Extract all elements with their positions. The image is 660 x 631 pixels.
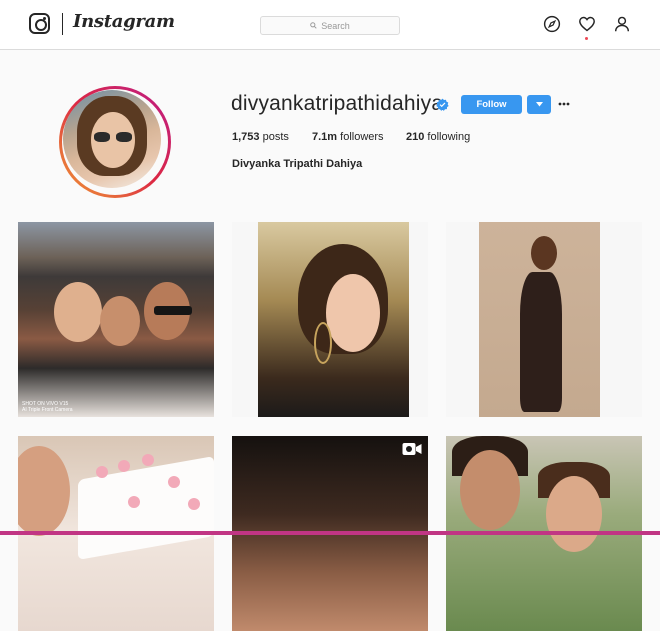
photo-decoration — [314, 322, 332, 364]
avatar-photo — [63, 90, 161, 188]
ellipsis-icon — [558, 102, 570, 106]
camera-watermark: SHOT ON VIVO V15 AI Triple Front Camera — [22, 401, 73, 413]
video-camera-icon — [402, 443, 422, 455]
caret-down-icon — [535, 102, 543, 107]
following-label: following — [427, 131, 471, 143]
photo-decoration — [188, 498, 200, 510]
followers-stat[interactable]: 7.1m followers — [312, 131, 384, 143]
photo-decoration — [142, 454, 154, 466]
photo-decoration — [258, 222, 409, 417]
instagram-wordmark[interactable]: Instagram — [73, 11, 175, 32]
post-thumbnail-2[interactable] — [232, 222, 428, 417]
photo-decoration — [520, 272, 562, 412]
profile-username: divyankatripathidahiya — [231, 92, 444, 115]
followers-count: 7.1m — [312, 131, 338, 143]
suggestions-dropdown-button[interactable] — [527, 95, 551, 114]
instagram-glyph-icon[interactable] — [29, 13, 50, 34]
post-thumbnail-1[interactable]: SHOT ON VIVO V15 AI Triple Front Camera — [18, 222, 214, 417]
notification-dot — [585, 37, 588, 40]
photo-decoration — [118, 460, 130, 472]
photo-decoration — [546, 476, 602, 552]
watermark-line-2: AI Triple Front Camera — [22, 407, 73, 413]
posts-count: 1,753 — [232, 131, 260, 143]
bottom-accent-bar — [0, 531, 660, 535]
photo-decoration — [54, 282, 102, 342]
followers-label: followers — [340, 131, 384, 143]
post-thumbnail-3[interactable] — [446, 222, 642, 417]
photo-decoration — [460, 450, 520, 530]
search-placeholder: Search — [321, 20, 350, 31]
posts-stat: 1,753 posts — [232, 131, 289, 143]
photo-decoration — [128, 496, 140, 508]
photo-decoration — [154, 306, 192, 315]
verified-badge-icon — [436, 98, 449, 111]
activity-heart-icon[interactable] — [578, 15, 596, 33]
profile-avatar[interactable] — [59, 86, 171, 198]
photo-decoration — [479, 222, 600, 417]
posts-label: posts — [262, 131, 289, 143]
more-options-button[interactable] — [557, 96, 571, 112]
top-navigation-bar: Instagram Search — [0, 0, 660, 50]
profile-person-icon[interactable] — [613, 15, 631, 33]
sunglasses-decoration — [94, 132, 134, 142]
following-stat[interactable]: 210 following — [406, 131, 470, 143]
photo-decoration — [326, 274, 380, 352]
explore-compass-icon[interactable] — [543, 15, 561, 33]
follow-button[interactable]: Follow — [461, 95, 522, 114]
logo-divider — [62, 13, 63, 35]
photo-decoration — [100, 296, 140, 346]
photo-decoration — [96, 466, 108, 478]
profile-full-name: Divyanka Tripathi Dahiya — [232, 158, 363, 170]
photo-decoration — [531, 236, 557, 270]
search-icon — [310, 22, 317, 29]
photo-decoration — [168, 476, 180, 488]
search-input[interactable]: Search — [260, 16, 400, 35]
following-count: 210 — [406, 131, 425, 143]
photo-decoration — [18, 446, 70, 536]
